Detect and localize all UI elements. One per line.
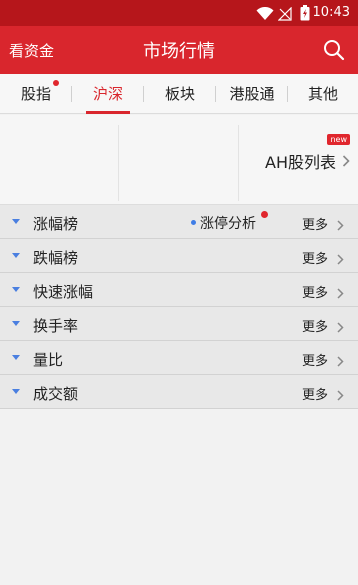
notification-dot [53,80,59,86]
caret-down-icon [12,389,20,394]
ranking-list: 涨幅榜 涨停分析 更多 跌幅榜 更多 快速涨幅 更多 换手率 更多 量比 更多 … [0,205,358,409]
status-bar: 10:43 [0,0,358,26]
chevron-right-icon [337,216,344,235]
list-item[interactable]: 换手率 更多 [0,307,358,341]
more-link[interactable]: 更多 [302,248,328,267]
tab-hk-connect[interactable]: 港股通 [216,74,288,114]
chevron-right-icon [337,250,344,269]
tab-label: 港股通 [229,85,275,103]
list-item-label: 快速涨幅 [33,283,94,301]
list-item-label: 跌幅榜 [33,249,79,267]
market-tabs: 股指 沪深 板块 港股通 其他 [0,74,358,114]
list-item-label: 涨幅榜 [33,215,79,233]
more-link[interactable]: 更多 [302,214,328,233]
wifi-icon [256,6,274,25]
tab-label: 股指 [20,85,51,103]
tab-label: 板块 [164,85,195,103]
page-title: 市场行情 [143,41,215,62]
signal-icon [277,6,292,25]
chevron-right-icon [337,318,344,337]
tab-index[interactable]: 股指 [0,74,72,114]
divider [238,125,239,201]
more-link[interactable]: 更多 [302,316,328,335]
tab-sectors[interactable]: 板块 [144,74,216,114]
notification-dot [261,211,268,218]
list-item-label: 量比 [33,351,64,369]
more-link[interactable]: 更多 [302,350,328,369]
list-item[interactable]: 涨幅榜 涨停分析 更多 [0,205,358,239]
ah-stock-list-label: AH股列表 [265,153,336,172]
tab-label: 其他 [307,85,338,103]
new-badge: new [327,134,350,145]
list-item[interactable]: 成交额 更多 [0,375,358,409]
tab-label: 沪深 [92,85,123,103]
limit-up-analysis-label: 涨停分析 [200,216,256,232]
list-item-label: 换手率 [33,317,79,335]
index-cards-area: AH股列表 [0,115,358,205]
chevron-right-icon [337,284,344,303]
chevron-right-icon [342,152,350,171]
caret-down-icon [12,219,20,224]
list-item[interactable]: 跌幅榜 更多 [0,239,358,273]
divider [118,125,119,201]
chevron-right-icon [337,386,344,405]
ah-stock-list-link[interactable]: AH股列表 [250,145,350,172]
list-item[interactable]: 量比 更多 [0,341,358,375]
caret-down-icon [12,287,20,292]
more-link[interactable]: 更多 [302,282,328,301]
status-time: 10:43 [312,5,350,20]
active-tab-indicator [86,111,130,114]
caret-down-icon [12,321,20,326]
battery-charging-icon [300,5,310,25]
list-item[interactable]: 快速涨幅 更多 [0,273,358,307]
bullet-dot [191,220,196,225]
list-item-label: 成交额 [33,385,79,403]
tab-shanghai-shenzhen[interactable]: 沪深 [72,74,144,114]
app-bar: 看资金 市场行情 [0,26,358,74]
chevron-right-icon [337,352,344,371]
caret-down-icon [12,253,20,258]
search-icon[interactable] [322,38,346,62]
tab-other[interactable]: 其他 [288,74,358,114]
more-link[interactable]: 更多 [302,384,328,403]
caret-down-icon [12,355,20,360]
